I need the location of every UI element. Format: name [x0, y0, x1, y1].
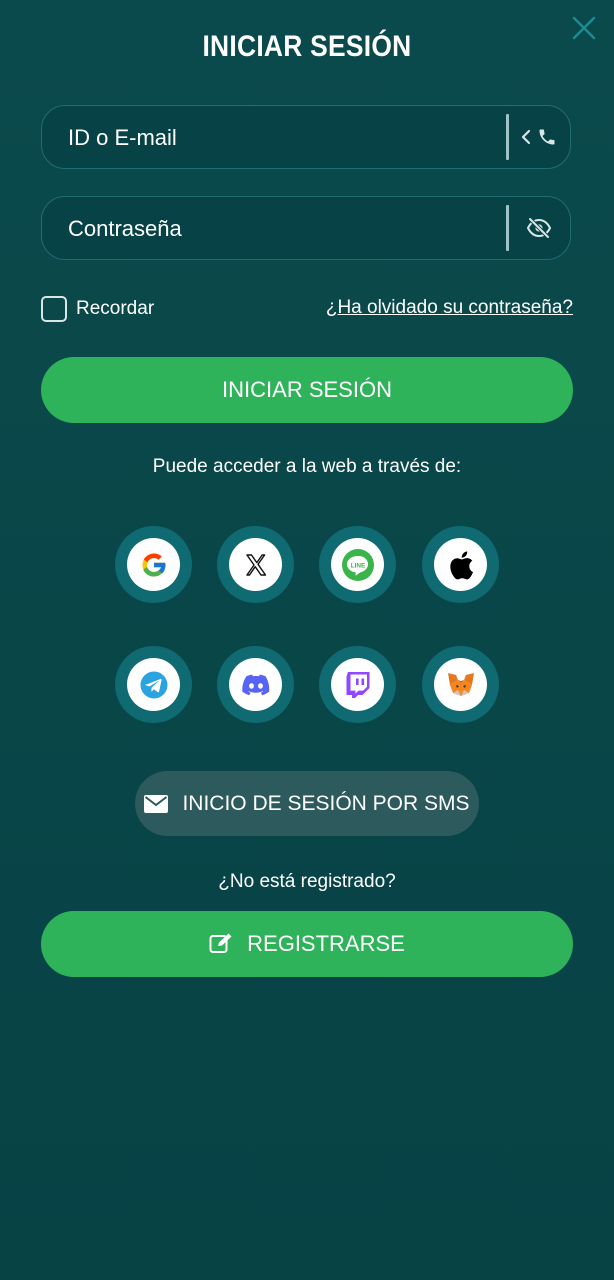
register-button[interactable]: REGISTRARSE [41, 911, 573, 977]
remember-me-checkbox[interactable]: Recordar [41, 294, 154, 324]
svg-text:LINE: LINE [350, 562, 365, 569]
metamask-icon [447, 672, 474, 696]
register-prompt: ¿No está registrado? [218, 871, 396, 892]
login-modal: INICIAR SESIÓN Rec [0, 0, 614, 1280]
apple-icon [449, 550, 473, 579]
field-divider [506, 114, 509, 160]
login-button-label: INICIAR SESIÓN [222, 377, 392, 402]
apple-login-button[interactable] [422, 526, 499, 603]
login-button[interactable]: INICIAR SESIÓN [41, 357, 573, 423]
edit-icon [209, 933, 232, 953]
line-icon: LINE [341, 548, 374, 581]
telegram-login-button[interactable] [115, 646, 192, 723]
remember-label: Recordar [76, 298, 155, 319]
page-title: INICIAR SESIÓN [202, 30, 412, 63]
x-icon [245, 553, 266, 576]
checkbox[interactable] [41, 296, 67, 322]
eye-slash-icon[interactable] [524, 197, 554, 259]
social-login-caption: Puede acceder a la web a través de: [152, 456, 462, 477]
password-input[interactable] [66, 197, 500, 261]
sms-login-label: INICIO DE SESIÓN POR SMS [182, 791, 470, 815]
line-login-button[interactable]: LINE [319, 526, 396, 603]
google-login-button[interactable] [115, 526, 192, 603]
password-field[interactable] [41, 196, 571, 261]
id-email-input[interactable] [66, 106, 500, 170]
register-label: REGISTRARSE [247, 931, 405, 956]
twitch-login-button[interactable] [319, 646, 396, 723]
metamask-login-button[interactable] [422, 646, 499, 723]
telegram-icon [140, 671, 167, 698]
phone-icon[interactable] [536, 106, 558, 168]
envelope-icon [144, 794, 169, 813]
discord-login-button[interactable] [217, 646, 294, 723]
chevron-left-icon[interactable] [516, 106, 536, 168]
forgot-password-link[interactable]: ¿Ha olvidado su contraseña? [326, 297, 573, 319]
google-icon [142, 553, 166, 576]
x-login-button[interactable] [217, 526, 294, 603]
twitch-icon [346, 671, 369, 698]
field-divider [506, 205, 509, 251]
sms-login-button[interactable]: INICIO DE SESIÓN POR SMS [135, 771, 479, 836]
id-email-field[interactable] [41, 105, 571, 170]
discord-icon [241, 674, 269, 695]
